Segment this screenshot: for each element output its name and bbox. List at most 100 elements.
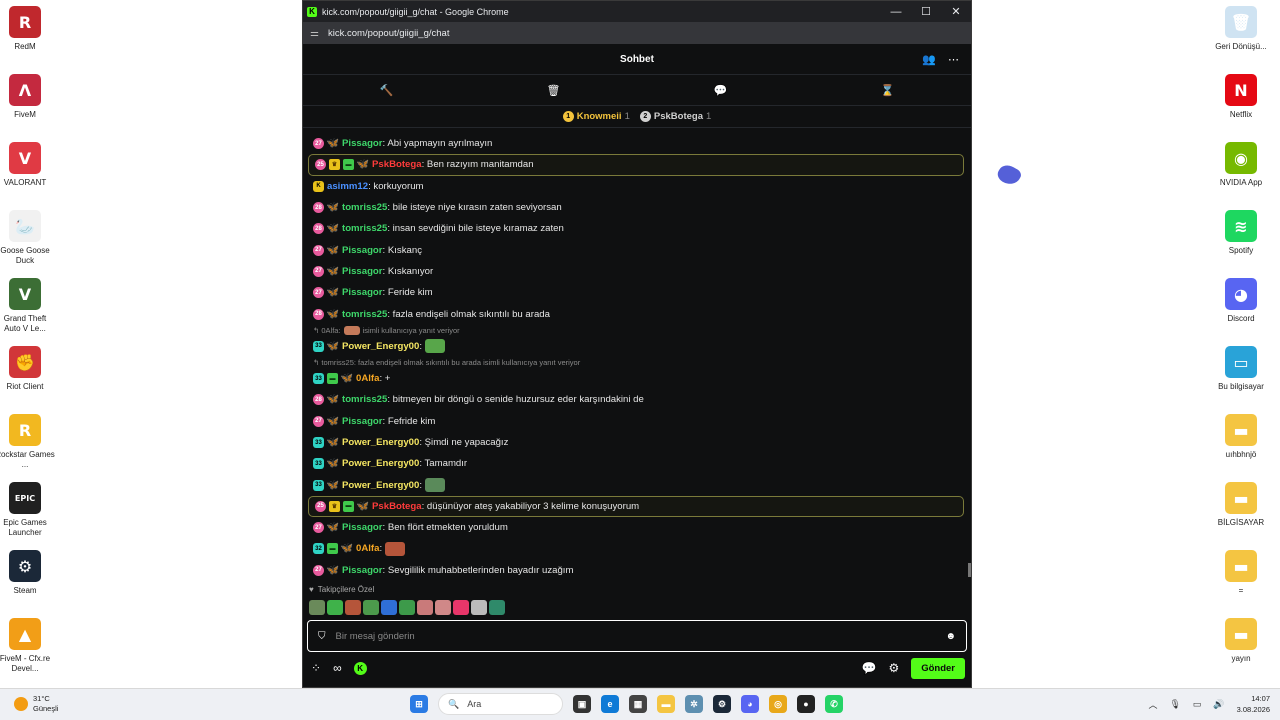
chat-bubble-icon[interactable]: 💬 — [862, 661, 877, 675]
chat-message[interactable]: 28 🦋 tomriss25: insan sevdiğini bile istey… — [307, 218, 965, 239]
weather-widget[interactable]: 31°C Güneşli — [14, 694, 58, 714]
chat-username[interactable]: PskBotega — [372, 501, 422, 512]
more-options-icon[interactable]: ⋯ — [948, 53, 959, 66]
windows-start-icon[interactable]: ⊞ — [410, 695, 428, 713]
microphone-icon[interactable]: 🎙 — [1169, 699, 1180, 710]
desktop-icon[interactable]: ▲ FiveM - Cfx.re Devel... — [0, 618, 55, 674]
chat-username[interactable]: Power_Energy00 — [342, 341, 419, 352]
desktop-icon[interactable]: ⚙ Steam — [0, 550, 55, 596]
chat-username[interactable]: tomriss25 — [342, 394, 387, 405]
chat-bubble-icon[interactable]: 💬 — [714, 84, 728, 97]
discord-icon[interactable]: ◕ — [741, 695, 759, 713]
chat-message[interactable]: 28 🦋 tomriss25: bile isteye niye kırasın z… — [307, 197, 965, 218]
address-bar[interactable]: ⚌ kick.com/popout/giigii_g/chat — [303, 22, 971, 44]
chat-message[interactable]: 33 🦋 Power_Energy00: Şimdi ne yapacağız — [307, 432, 965, 453]
desktop-icon[interactable]: ▬ uıhbhnjö — [1211, 414, 1271, 460]
desktop-icon[interactable]: ≋ Spotify — [1211, 210, 1271, 256]
chat-message[interactable]: 33 🦋 Power_Energy00: — [307, 474, 965, 495]
send-button[interactable]: Gönder — [911, 657, 965, 679]
message-input-box[interactable]: ⛉ ☻ — [307, 620, 967, 652]
chat-username[interactable]: Pissagor — [342, 565, 383, 576]
favorite-emote[interactable] — [345, 600, 361, 615]
chat-username[interactable]: Power_Energy00 — [342, 458, 419, 469]
desktop-icon[interactable]: R Rockstar Games ... — [0, 414, 55, 470]
reply-context[interactable]: ↰ 0Alfa: isimli kullanıcıya yanıt veriyor — [307, 325, 965, 336]
chat-message[interactable]: Kasimm12: korkuyorum — [307, 176, 965, 197]
chat-username[interactable]: Power_Energy00 — [342, 437, 419, 448]
desktop-icon[interactable]: ◉ NVIDIA App — [1211, 142, 1271, 188]
desktop-icon[interactable]: ✊ Riot Client — [0, 346, 55, 392]
app-icon[interactable]: ▦ — [629, 695, 647, 713]
edge-icon[interactable]: e — [601, 695, 619, 713]
chat-message[interactable]: 27 🦋 Pissagor: Ben flört etmekten yoruldum — [307, 517, 965, 538]
chat-message[interactable]: 27 🦋 Pissagor: Sevgililik muhabbetlerinden… — [307, 560, 965, 579]
desktop-icon[interactable]: R RedM — [0, 6, 55, 52]
desktop-icon[interactable]: V VALORANT — [0, 142, 55, 188]
reply-context[interactable]: ↰ tomriss25: fazla endişeli olmak sıkınt… — [307, 357, 965, 368]
podium-entry[interactable]: 2 PskBotega 1 — [639, 111, 711, 122]
desktop-icon[interactable]: 🦢 Goose Goose Duck — [0, 210, 55, 266]
chat-message[interactable]: 27 🦋 Pissagor: Feride kim — [307, 282, 965, 303]
desktop-pet-icon[interactable] — [994, 161, 1024, 189]
title-bar[interactable]: K kick.com/popout/giigii_g/chat - Google… — [303, 1, 971, 22]
favorite-emote[interactable] — [399, 600, 415, 615]
file-explorer-icon[interactable]: ▬ — [657, 695, 675, 713]
chat-message[interactable]: 28 🦋 tomriss25: bitmeyen bir döngü o senid… — [307, 389, 965, 410]
desktop-icon[interactable]: ▭ Bu bilgisayar — [1211, 346, 1271, 392]
ban-hammer-icon[interactable]: 🔨 — [380, 84, 394, 97]
clock[interactable]: 14:07 3.08.2026 — [1237, 693, 1270, 715]
favorite-emote[interactable] — [489, 600, 505, 615]
chat-message[interactable]: 25 ♛ ▬ 🦋 PskBotega: düşünüyor ateş yakabiliy… — [308, 495, 964, 518]
chat-username[interactable]: Pissagor — [342, 287, 383, 298]
network-app-icon[interactable]: ✲ — [685, 695, 703, 713]
chat-message[interactable]: 27 🦋 Pissagor: Kıskanıyor — [307, 261, 965, 282]
chat-message[interactable]: 33 🦋 Power_Energy00: — [307, 336, 965, 357]
kick-logo-icon[interactable]: K — [353, 661, 367, 675]
chat-message-list[interactable]: 27 🦋 Pissagor: Abi yapmayın ayrılmayın 25 ♛ ▬… — [307, 133, 965, 579]
desktop-icon[interactable]: EPIC Epic Games Launcher — [0, 482, 55, 538]
chat-username[interactable]: 0Alfa — [356, 543, 379, 554]
chat-message[interactable]: 28 🦋 tomriss25: fazla endişeli olmak sıkın… — [307, 303, 965, 324]
favorite-emote[interactable] — [381, 600, 397, 615]
emoji-icon[interactable]: ☻ — [945, 631, 956, 642]
channel-points-icon[interactable]: ⁘ — [311, 661, 321, 675]
hourglass-icon[interactable]: ⌛ — [881, 84, 895, 97]
message-input[interactable] — [335, 630, 946, 642]
chat-message[interactable]: 27 🦋 Pissagor: Abi yapmayın ayrılmayın — [307, 133, 965, 154]
trash-icon[interactable]: 🗑 — [547, 84, 561, 97]
task-view-icon[interactable]: ▣ — [573, 695, 591, 713]
favorite-emote[interactable] — [471, 600, 487, 615]
close-button[interactable]: ✕ — [941, 5, 971, 18]
chat-message[interactable]: 33 🦋 Power_Energy00: Tamamdır — [307, 453, 965, 474]
chat-message[interactable]: 27 🦋 Pissagor: Kıskanç — [307, 239, 965, 260]
desktop-icon[interactable]: ▬ = — [1211, 550, 1271, 596]
chat-username[interactable]: Pissagor — [342, 138, 383, 149]
infinity-icon[interactable]: ∞ — [333, 661, 342, 675]
url-text[interactable]: kick.com/popout/giigii_g/chat — [328, 28, 449, 39]
maximize-button[interactable]: ☐ — [911, 5, 941, 18]
favorite-emote[interactable] — [435, 600, 451, 615]
desktop-icon[interactable]: ◕ Discord — [1211, 278, 1271, 324]
desktop-icon[interactable]: Λ FiveM — [0, 74, 55, 120]
favorite-emote[interactable] — [417, 600, 433, 615]
chat-message[interactable]: 27 🦋 Pissagor: Fefride kim — [307, 411, 965, 432]
chat-username[interactable]: Pissagor — [342, 245, 383, 256]
desktop-icon[interactable]: 🗑 Geri Dönüşü... — [1211, 6, 1271, 52]
chrome-icon[interactable]: ◎ — [769, 695, 787, 713]
chat-username[interactable]: tomriss25 — [342, 202, 387, 213]
steam-icon[interactable]: ⚙ — [713, 695, 731, 713]
favorite-emote[interactable] — [327, 600, 343, 615]
chat-message[interactable]: 25 ♛ ▬ 🦋 PskBotega: Ben razıyım manitamdan — [308, 154, 964, 176]
desktop-icon[interactable]: V Grand Theft Auto V Le... — [0, 278, 55, 334]
favorite-emote[interactable] — [453, 600, 469, 615]
speaker-icon[interactable]: 🔊 — [1213, 699, 1224, 710]
taskbar-search[interactable]: 🔍 Ara — [438, 693, 563, 715]
chat-username[interactable]: PskBotega — [372, 159, 422, 170]
chat-username[interactable]: tomriss25 — [342, 223, 387, 234]
chevron-up-icon[interactable]: ︿ — [1148, 698, 1157, 711]
settings-gear-icon[interactable]: ⚙ — [888, 661, 899, 675]
obs-icon[interactable]: ● — [797, 695, 815, 713]
chat-username[interactable]: Power_Energy00 — [342, 480, 419, 491]
podium-entry[interactable]: 1 Knowmeii 1 — [562, 111, 630, 122]
chat-username[interactable]: tomriss25 — [342, 309, 387, 320]
